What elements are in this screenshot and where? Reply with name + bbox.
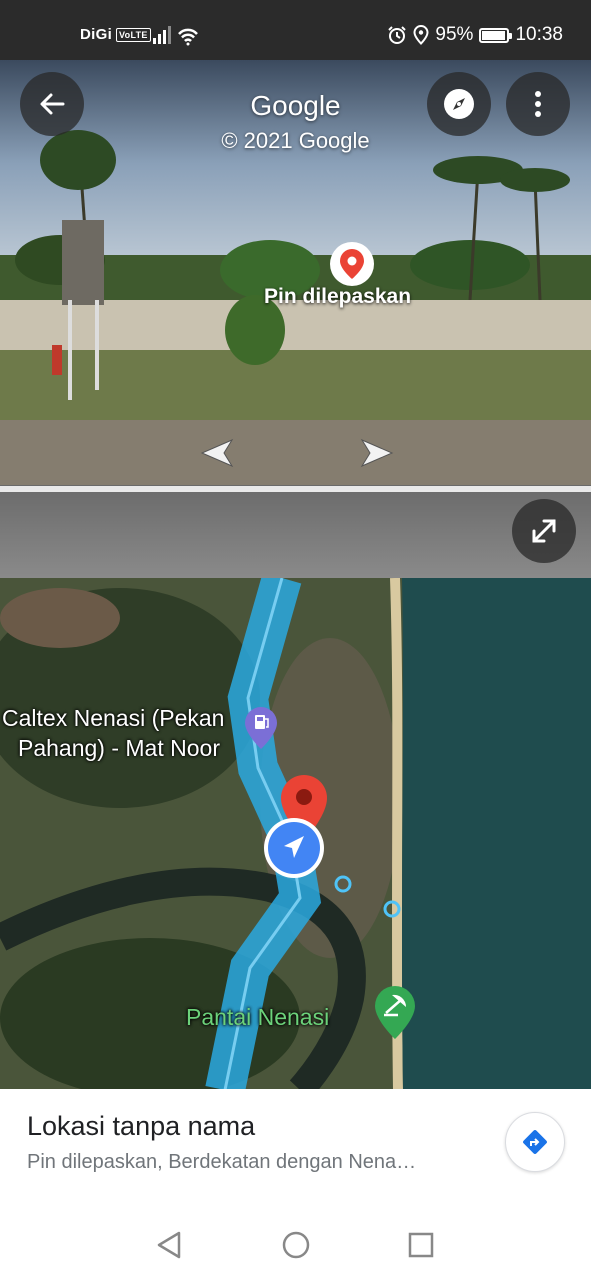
street-view-pin-marker[interactable] <box>330 242 374 286</box>
street-view-pin-label: Pin dilepaskan <box>264 285 412 308</box>
expand-icon <box>532 519 556 543</box>
nav-home-icon[interactable] <box>281 1230 311 1260</box>
street-view-title: Google <box>250 90 341 121</box>
more-options-button[interactable] <box>506 72 570 136</box>
nav-back-icon[interactable] <box>155 1230 183 1260</box>
location-pin-icon <box>340 249 364 279</box>
place-subtitle: Pin dilepaskan, Berdekatan dengan Nena… <box>27 1151 417 1173</box>
system-nav-bar <box>0 1210 591 1280</box>
place-title: Lokasi tanpa nama <box>27 1111 256 1141</box>
compass-button[interactable] <box>427 72 491 136</box>
directions-icon <box>523 1130 547 1154</box>
compass-icon <box>444 89 474 119</box>
map-label-caltex-line2[interactable]: Pahang) - Mat Noor <box>18 735 220 762</box>
map-label-caltex-line1[interactable]: Caltex Nenasi (Pekan <box>2 705 224 732</box>
volte-badge: VoLTE <box>116 27 151 42</box>
status-bar: DiGi VoLTE 95% 10:38 <box>0 0 591 60</box>
street-view-pegman-icon[interactable] <box>262 816 326 880</box>
chevron-right-icon[interactable] <box>358 438 398 468</box>
copyright-text: © 2021 Google <box>221 128 370 153</box>
nav-recents-icon[interactable] <box>407 1230 435 1260</box>
chevron-left-icon[interactable] <box>196 438 236 468</box>
carrier-label: DiGi VoLTE <box>80 26 151 43</box>
beach-icon[interactable] <box>374 985 416 1041</box>
more-vert-icon <box>535 91 541 117</box>
expand-button[interactable] <box>512 499 576 563</box>
battery-percent: 95% <box>435 24 474 45</box>
alarm-icon <box>388 26 407 44</box>
directions-button[interactable] <box>505 1112 565 1172</box>
place-info-card[interactable]: Lokasi tanpa nama Pin dilepaskan, Berdek… <box>0 1089 591 1209</box>
satellite-map[interactable]: Caltex Nenasi (Pekan Pahang) - Mat Noor … <box>0 578 591 1090</box>
street-view-panel[interactable]: Google © 2021 Google Pin dilepaskan <box>0 60 591 578</box>
signal-icon <box>153 26 198 46</box>
gas-station-icon[interactable] <box>244 706 278 750</box>
map-label-pantai-nenasi[interactable]: Pantai Nenasi <box>186 1004 329 1031</box>
location-icon <box>413 25 429 45</box>
clock: 10:38 <box>515 24 563 45</box>
battery-fill <box>482 30 506 40</box>
battery-icon <box>479 27 513 43</box>
